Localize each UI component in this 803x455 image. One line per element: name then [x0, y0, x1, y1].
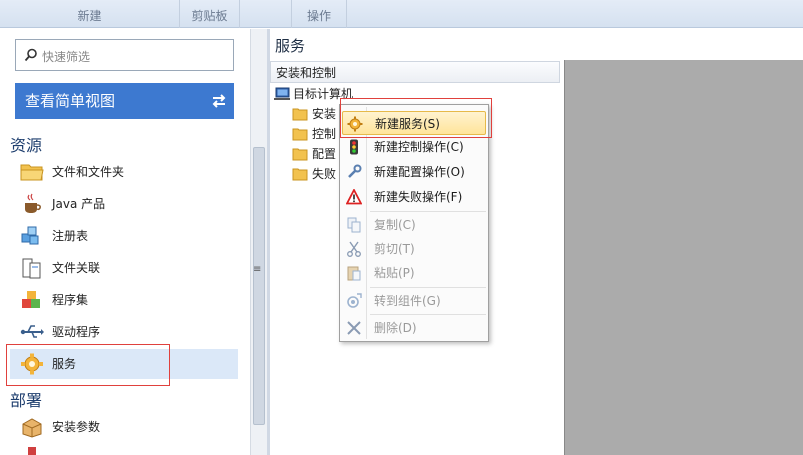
folder-icon	[292, 108, 308, 121]
warning-icon	[346, 189, 362, 205]
section-resources: 资源	[10, 136, 43, 155]
menu-item-paste: 粘贴(P)	[342, 261, 486, 285]
sidebar-item-files-folders[interactable]: 文件和文件夹	[10, 157, 238, 187]
copy-icon	[347, 217, 361, 233]
menu-separator	[370, 314, 486, 315]
tree-item-label: 配置	[312, 147, 337, 161]
section-deploy: 部署	[10, 391, 43, 410]
sidebar-item-label: 安装参数	[52, 420, 101, 434]
new-service-icon	[347, 116, 363, 132]
sidebar-item-registry[interactable]: 注册表	[10, 221, 238, 251]
sidebar-item-label: 程序集	[52, 293, 89, 307]
simple-view-button[interactable]: 查看简单视图	[15, 83, 234, 119]
folder-icon	[292, 168, 308, 181]
menu-separator	[370, 211, 486, 212]
sidebar-scrollbar[interactable]	[250, 29, 267, 455]
folder-icon	[292, 148, 308, 161]
quick-filter-placeholder: 快速筛选	[42, 50, 91, 64]
menu-item-label: 删除(D)	[374, 321, 417, 335]
simple-view-label: 查看简单视图	[25, 92, 116, 110]
details-pane	[564, 60, 803, 455]
tree-item-label: 控制	[312, 127, 337, 141]
menu-item-label: 粘贴(P)	[374, 266, 415, 280]
file-association-icon	[22, 258, 41, 279]
goto-component-icon	[347, 293, 362, 308]
menu-item-label: 复制(C)	[374, 218, 416, 232]
menu-item-new-failure-action[interactable]: 新建失败操作(F)	[342, 185, 486, 209]
ribbon-group-clipboard[interactable]: 剪贴板	[180, 0, 240, 28]
page-title: 服务	[275, 37, 306, 55]
menu-item-new-service[interactable]: 新建服务(S)	[342, 111, 486, 135]
menu-item-label: 转到组件(G)	[374, 294, 441, 308]
quick-filter-input[interactable]: 快速筛选	[15, 39, 234, 71]
tree-root[interactable]: 目标计算机	[273, 85, 353, 103]
menu-separator	[370, 287, 486, 288]
sidebar-item-driver[interactable]: 驱动程序	[10, 317, 238, 347]
menu-item-label: 剪切(T)	[374, 242, 415, 256]
tree-item-label: 失败	[312, 167, 337, 181]
ribbon: 新建 剪贴板 操作	[0, 0, 803, 28]
menu-item-label: 新建失败操作(F)	[374, 190, 463, 204]
folder-icon	[20, 164, 44, 181]
tree-root-label: 目标计算机	[293, 87, 354, 101]
sidebar-item-label: 注册表	[52, 229, 89, 243]
menu-item-delete: 删除(D)	[342, 316, 486, 340]
column-header[interactable]: 安装和控制	[270, 61, 560, 83]
scrollbar-thumb[interactable]	[253, 147, 265, 425]
sidebar-item-label: 文件和文件夹	[52, 165, 125, 179]
sidebar-item-install-parameters[interactable]: 安装参数	[10, 412, 238, 442]
tree-item-label: 安装	[312, 107, 337, 121]
left-navigation-panel: 快速筛选 查看简单视图 资源 文件和文件夹 Java 产品 注册表 文件关联 程…	[0, 29, 250, 455]
usb-driver-icon	[20, 325, 44, 338]
folder-icon	[292, 128, 308, 141]
sidebar-item-label: 驱动程序	[52, 325, 101, 339]
menu-item-label: 新建服务(S)	[375, 117, 440, 131]
sidebar-item-java[interactable]: Java 产品	[10, 189, 238, 219]
sidebar-item-service[interactable]: 服务	[10, 349, 238, 379]
sidebar-item-label: 文件关联	[52, 261, 101, 275]
menu-item-new-control-action[interactable]: 新建控制操作(C)	[342, 135, 486, 159]
search-icon	[24, 48, 37, 62]
context-menu: 新建服务(S) 新建控制操作(C) 新建配置操作(O) 新建失败操作(F) 复制…	[339, 104, 489, 342]
wrench-icon	[348, 164, 362, 178]
ribbon-group-new[interactable]: 新建	[0, 0, 180, 28]
service-gear-icon	[21, 353, 43, 375]
sidebar-item-label: Java 产品	[52, 197, 106, 211]
menu-item-goto-component: 转到组件(G)	[342, 289, 486, 313]
menu-item-label: 新建配置操作(O)	[374, 165, 465, 179]
splitter-grip-icon: ≡	[253, 264, 262, 275]
menu-item-label: 新建控制操作(C)	[374, 140, 464, 154]
ribbon-group-blank	[240, 0, 292, 28]
scissors-icon	[347, 241, 361, 257]
swap-arrows-icon	[212, 94, 226, 108]
ribbon-group-actions[interactable]: 操作	[292, 0, 347, 28]
sidebar-item-file-association[interactable]: 文件关联	[10, 253, 238, 283]
menu-item-copy: 复制(C)	[342, 213, 486, 237]
registry-cubes-icon	[21, 226, 39, 245]
sidebar-item-assembly[interactable]: 程序集	[10, 285, 238, 315]
install-parameters-icon	[22, 418, 42, 438]
java-cup-icon	[25, 193, 41, 213]
menu-item-new-config-action[interactable]: 新建配置操作(O)	[342, 160, 486, 184]
sidebar-item-label: 服务	[52, 357, 77, 371]
partial-item-icon	[28, 447, 36, 455]
menu-item-cut: 剪切(T)	[342, 237, 486, 261]
delete-x-icon	[347, 321, 361, 335]
paste-icon	[347, 266, 361, 281]
assembly-blocks-icon	[22, 291, 40, 308]
traffic-light-icon	[350, 139, 358, 155]
computer-icon	[274, 87, 290, 100]
